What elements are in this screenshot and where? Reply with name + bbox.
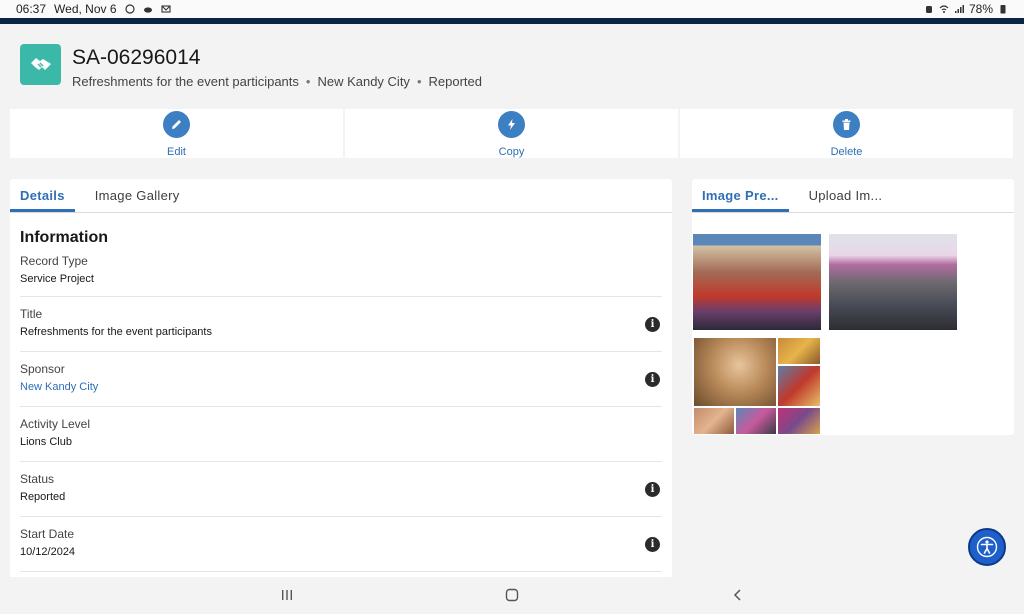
battery-icon <box>1000 5 1006 14</box>
field-title: Title Refreshments for the event partici… <box>20 297 662 352</box>
field-label: Activity Level <box>20 417 91 431</box>
back-button[interactable] <box>728 586 748 604</box>
status-time: 06:37 <box>16 2 47 16</box>
copy-label: Copy <box>498 146 525 158</box>
field-value: Service Project <box>20 273 94 285</box>
field-value: Reported <box>20 491 66 503</box>
info-icon[interactable]: i <box>645 482 660 497</box>
home-icon <box>505 588 519 602</box>
battery-level: 78% <box>968 2 993 16</box>
recents-icon <box>282 590 292 600</box>
details-tabs: Details Image Gallery <box>10 179 672 213</box>
separator-dot: • <box>416 74 422 89</box>
delete-button[interactable]: Delete <box>680 109 1013 158</box>
image-tabs: Image Pre... Upload Im... <box>692 179 1014 213</box>
accessibility-icon <box>976 536 998 558</box>
delete-label: Delete <box>830 146 863 158</box>
tab-upload-image[interactable]: Upload Im... <box>799 188 893 212</box>
field-value: Refreshments for the event participants <box>20 326 212 338</box>
info-icon[interactable]: i <box>645 537 660 552</box>
lightning-icon <box>498 111 525 138</box>
trash-icon <box>833 111 860 138</box>
android-nav-bar <box>0 577 1024 614</box>
copy-button[interactable]: Copy <box>345 109 678 158</box>
chevron-left-icon <box>733 589 741 601</box>
field-status: Status Reported i <box>20 462 662 517</box>
info-icon[interactable]: i <box>645 372 660 387</box>
separator-dot: • <box>305 74 311 89</box>
details-card: Details Image Gallery Information Record… <box>10 179 672 579</box>
tab-details[interactable]: Details <box>10 188 75 212</box>
field-label: Status <box>20 472 55 486</box>
wifi-icon <box>939 5 949 13</box>
field-label: Start Date <box>20 527 75 541</box>
status-date: Wed, Nov 6 <box>54 2 117 16</box>
handshake-icon <box>20 44 61 85</box>
field-record-type: Record Type Service Project <box>20 247 662 297</box>
subtitle-title: Refreshments for the event participants <box>72 74 299 89</box>
cloud-icon <box>143 7 152 13</box>
subtitle-status: Reported <box>428 74 482 89</box>
record-header: SA-06296014 Refreshments for the event p… <box>0 24 1024 106</box>
sponsor-link[interactable]: New Kandy City <box>20 381 662 393</box>
info-icon[interactable]: i <box>645 317 660 332</box>
pencil-icon <box>163 111 190 138</box>
field-label: Title <box>20 307 43 321</box>
image-thumbnail[interactable] <box>694 338 820 434</box>
field-label: Sponsor <box>20 362 65 376</box>
signal-icon <box>954 5 964 13</box>
record-title: SA-06296014 <box>72 46 201 69</box>
tab-image-preview[interactable]: Image Pre... <box>692 188 789 212</box>
edit-label: Edit <box>167 146 186 158</box>
tab-image-gallery[interactable]: Image Gallery <box>85 188 190 212</box>
field-sponsor: Sponsor New Kandy City i <box>20 352 662 407</box>
action-bar: Edit Copy Delete <box>10 109 1013 158</box>
field-value: Lions Club <box>20 436 72 448</box>
android-status-bar: 06:37 Wed, Nov 6 78% <box>0 0 1024 18</box>
subtitle-sponsor: New Kandy City <box>317 74 410 89</box>
field-value: 10/12/2024 <box>20 546 76 558</box>
alarm-icon <box>925 6 932 13</box>
whatsapp-icon <box>124 4 135 14</box>
image-thumbnail[interactable] <box>693 234 821 330</box>
accessibility-button[interactable] <box>968 528 1006 566</box>
field-start-date: Start Date 10/12/2024 i <box>20 517 662 572</box>
section-title: Information <box>20 229 108 246</box>
image-thumbnail[interactable] <box>829 234 957 330</box>
edit-button[interactable]: Edit <box>10 109 343 158</box>
mail-icon <box>160 5 171 13</box>
home-button[interactable] <box>502 586 522 604</box>
image-preview-card: Image Pre... Upload Im... <box>692 179 1014 435</box>
field-activity-level: Activity Level Lions Club <box>20 407 662 462</box>
record-subtitle: Refreshments for the event participants … <box>72 74 482 89</box>
field-label: Record Type <box>20 254 88 268</box>
recent-apps-button[interactable] <box>277 586 297 604</box>
